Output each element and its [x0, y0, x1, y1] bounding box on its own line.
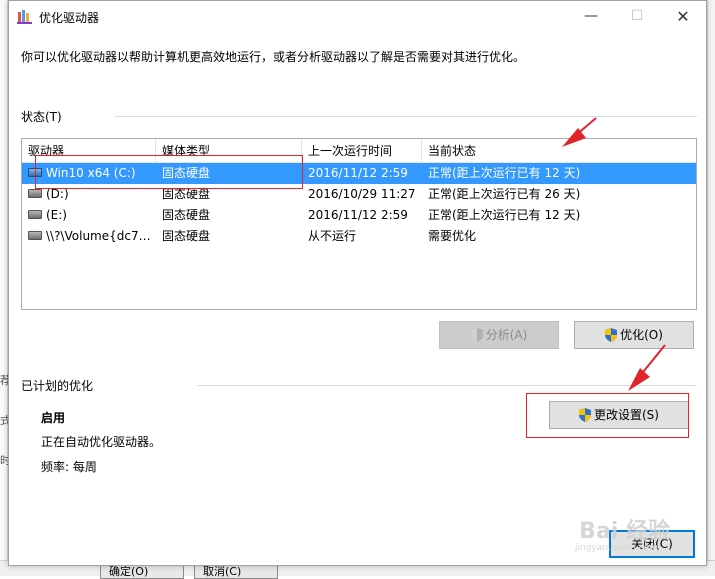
schedule-state: 启用: [41, 411, 66, 425]
description-text: 你可以优化驱动器以帮助计算机更高效地运行，或者分析驱动器以了解是否需要对其进行优…: [21, 50, 526, 64]
column-header-media-type[interactable]: 媒体类型: [156, 139, 302, 163]
change-settings-button[interactable]: 更改设置(S): [549, 401, 689, 429]
optimize-drives-window: 优化驱动器 — ☐ ✕ 你可以优化驱动器以帮助计算机更高效地运行，或者分析驱动器…: [8, 0, 707, 566]
system-drive-icon: [28, 168, 42, 177]
window-title: 优化驱动器: [39, 11, 100, 25]
drive-icon: [28, 210, 42, 219]
background-cancel-button[interactable]: 取消(C): [194, 565, 278, 579]
uac-shield-icon: [579, 407, 591, 422]
last-run-time: 2016/10/29 11:27: [308, 187, 416, 201]
watermark-logo: Bai 经验: [579, 519, 670, 544]
table-row[interactable]: \\?\Volume{dc7d... 固态硬盘 从不运行 需要优化: [22, 226, 696, 247]
maximize-button[interactable]: ☐: [614, 1, 660, 32]
uac-shield-icon: [605, 327, 618, 342]
defrag-app-icon: [17, 10, 32, 24]
table-row[interactable]: (D:) 固态硬盘 2016/10/29 11:27 正常(距上次运行已有 26…: [22, 184, 696, 205]
watermark-url: jingyan.baidu.com: [574, 543, 658, 553]
current-status: 需要优化: [428, 229, 477, 243]
drive-icon: [28, 231, 42, 240]
media-type: 固态硬盘: [162, 187, 211, 201]
uac-shield-icon: [470, 327, 483, 342]
background-window-edge: [0, 0, 8, 576]
last-run-time: 从不运行: [308, 229, 357, 243]
current-status: 正常(距上次运行已有 12 天): [428, 166, 581, 180]
column-header-drive[interactable]: 驱动器: [22, 139, 156, 163]
optimize-label: 优化(O): [620, 328, 663, 342]
section-divider: [115, 116, 697, 117]
schedule-frequency: 频率: 每周: [41, 460, 97, 474]
current-status: 正常(距上次运行已有 12 天): [428, 208, 581, 222]
background-ok-button[interactable]: 确定(O): [100, 565, 184, 579]
last-run-time: 2016/11/12 2:59: [308, 166, 408, 180]
column-header-last-run[interactable]: 上一次运行时间: [302, 139, 422, 163]
column-header-current-status[interactable]: 当前状态: [422, 139, 696, 163]
table-row[interactable]: Win10 x64 (C:) 固态硬盘 2016/11/12 2:59 正常(距…: [22, 163, 696, 184]
title-bar[interactable]: 优化驱动器 — ☐ ✕: [9, 1, 706, 32]
close-window-button[interactable]: ✕: [660, 1, 706, 32]
section-divider: [197, 385, 697, 386]
media-type: 固态硬盘: [162, 166, 211, 180]
status-section-label: 状态(T): [21, 110, 62, 124]
drives-list[interactable]: 驱动器 媒体类型 上一次运行时间 当前状态 Win10 x64 (C:) 固态硬…: [21, 138, 697, 310]
scheduled-section-label: 已计划的优化: [21, 379, 94, 393]
drive-name: Win10 x64 (C:): [46, 166, 136, 180]
analyze-button[interactable]: 分析(A): [439, 321, 559, 349]
table-row[interactable]: (E:) 固态硬盘 2016/11/12 2:59 正常(距上次运行已有 12 …: [22, 205, 696, 226]
analyze-label: 分析(A): [485, 328, 528, 342]
change-settings-label: 更改设置(S): [594, 408, 659, 422]
media-type: 固态硬盘: [162, 208, 211, 222]
minimize-button[interactable]: —: [568, 1, 614, 32]
list-header: 驱动器 媒体类型 上一次运行时间 当前状态: [22, 139, 696, 163]
drive-name: (E:): [46, 208, 67, 222]
background-window-edge-right: [707, 0, 715, 576]
drive-name: (D:): [46, 187, 69, 201]
drive-icon: [28, 189, 42, 198]
optimize-button[interactable]: 优化(O): [574, 321, 694, 349]
last-run-time: 2016/11/12 2:59: [308, 208, 408, 222]
schedule-detail: 正在自动优化驱动器。: [41, 435, 162, 449]
drive-name: \\?\Volume{dc7d...: [46, 229, 156, 243]
current-status: 正常(距上次运行已有 26 天): [428, 187, 581, 201]
media-type: 固态硬盘: [162, 229, 211, 243]
